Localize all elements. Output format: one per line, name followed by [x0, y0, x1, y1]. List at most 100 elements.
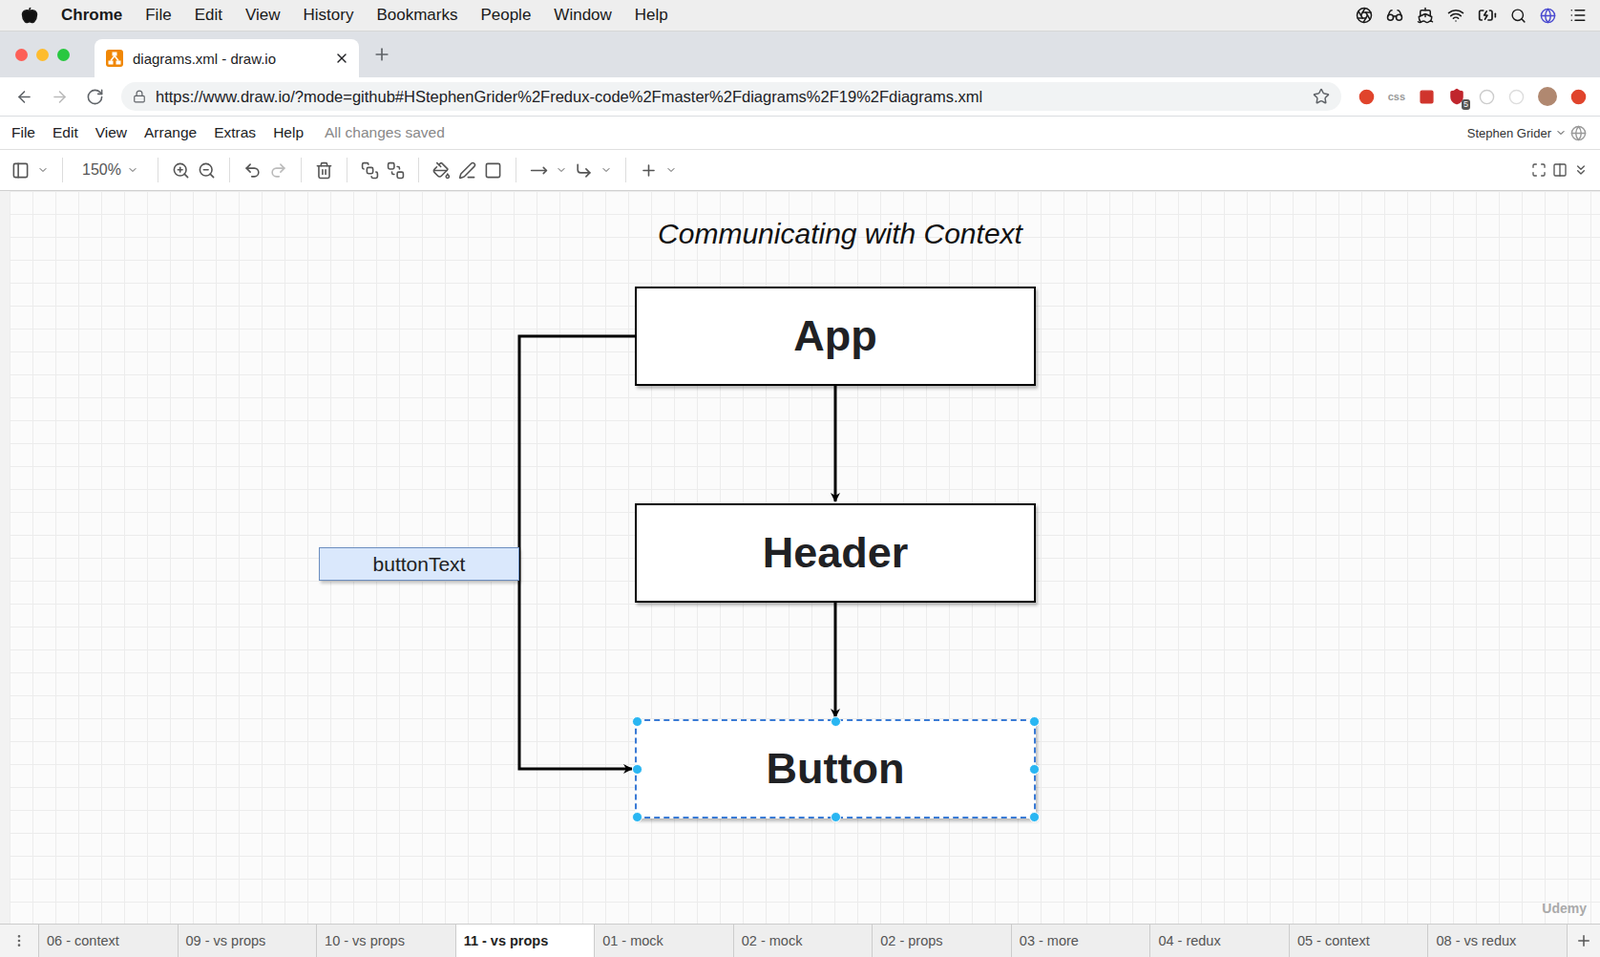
insert-group[interactable]: [639, 161, 677, 180]
window-controls: [15, 48, 70, 62]
screen-recorder-icon[interactable]: [1355, 6, 1373, 24]
app-menu-item[interactable]: Help: [273, 124, 304, 142]
minimize-button[interactable]: [36, 48, 49, 62]
spotlight-icon[interactable]: [1510, 7, 1527, 24]
lock-icon: [132, 89, 147, 104]
resize-handle[interactable]: [830, 715, 842, 727]
line-color-icon[interactable]: [458, 161, 477, 180]
page-tab[interactable]: 01 - mock: [593, 924, 734, 957]
mac-menu-item[interactable]: People: [480, 5, 531, 25]
extensions: css 5: [1358, 86, 1587, 106]
extension-orange-icon[interactable]: [1570, 88, 1587, 106]
fullscreen-icon[interactable]: [1531, 162, 1547, 178]
shadow-icon[interactable]: [484, 161, 503, 180]
chevron-down-icon: [600, 164, 612, 176]
forward-icon[interactable]: [50, 87, 69, 106]
connection-icon[interactable]: [529, 161, 548, 180]
app-menu-item[interactable]: Edit: [52, 124, 79, 142]
to-back-icon[interactable]: [386, 161, 405, 180]
redo-icon[interactable]: [269, 161, 288, 180]
fill-color-icon[interactable]: [432, 161, 451, 180]
page-tab[interactable]: 08 - vs redux: [1427, 924, 1567, 957]
extension-red-icon[interactable]: [1358, 88, 1375, 106]
page-tab[interactable]: 06 - context: [38, 924, 178, 957]
language-icon[interactable]: [1570, 125, 1587, 142]
waypoints-icon[interactable]: [574, 161, 593, 180]
panel-toggle[interactable]: [11, 161, 49, 180]
zoom-in-icon[interactable]: [171, 161, 190, 180]
user-menu[interactable]: Stephen Grider: [1467, 125, 1587, 142]
page-tab[interactable]: 10 - vs props: [315, 924, 456, 957]
extension-grey-icon[interactable]: [1478, 88, 1495, 106]
format-panel-icon[interactable]: [1552, 162, 1568, 178]
wifi-icon[interactable]: [1447, 6, 1465, 24]
page-tab[interactable]: 04 - redux: [1149, 924, 1289, 957]
back-icon[interactable]: [15, 87, 34, 106]
profile-avatar[interactable]: [1537, 86, 1558, 106]
delete-icon[interactable]: [315, 161, 334, 180]
app-menu-item[interactable]: Extras: [213, 124, 256, 142]
zoom-select[interactable]: 150%: [76, 161, 145, 179]
mac-menu-item[interactable]: Help: [634, 5, 669, 25]
collapse-icon[interactable]: [1573, 162, 1589, 178]
data-label[interactable]: buttonText: [318, 547, 520, 581]
resize-handle[interactable]: [1029, 763, 1040, 775]
resize-handle[interactable]: [631, 715, 643, 727]
zoom-button[interactable]: [57, 48, 70, 62]
diagram-node[interactable]: Button: [634, 718, 1036, 819]
plus-icon[interactable]: [372, 44, 392, 64]
chevron-down-icon: [126, 164, 139, 176]
resize-handle[interactable]: [1029, 715, 1040, 727]
mac-menu-item[interactable]: Edit: [194, 5, 223, 25]
docker-icon[interactable]: [1416, 6, 1434, 24]
notifications-icon[interactable]: [1569, 6, 1587, 24]
pages-menu[interactable]: [0, 924, 39, 957]
app-menu-item[interactable]: Arrange: [144, 124, 197, 142]
resize-handle[interactable]: [631, 763, 643, 775]
apple-icon[interactable]: [21, 6, 39, 24]
mac-menu-item[interactable]: History: [302, 5, 354, 25]
drawio-logo-icon: [105, 49, 124, 67]
app-menu-item[interactable]: File: [11, 124, 36, 142]
page-tab[interactable]: 11 - vs props: [455, 924, 595, 957]
add-page-button[interactable]: [1566, 924, 1600, 957]
url-field[interactable]: https://www.draw.io/?mode=github#HStephe…: [121, 82, 1342, 111]
extension-square-icon[interactable]: [1418, 88, 1435, 106]
extension-light-icon[interactable]: [1508, 88, 1525, 106]
css-extension[interactable]: css: [1388, 90, 1406, 103]
diagram-canvas[interactable]: Communicating with Context App Header Butto…: [0, 190, 1600, 924]
app-menu-item[interactable]: View: [95, 124, 127, 142]
page-tabs: 06 - context09 - vs props10 - vs props11…: [0, 923, 1600, 957]
page-tab[interactable]: 05 - context: [1288, 924, 1429, 957]
page-tab[interactable]: 02 - mock: [733, 924, 873, 957]
page-tab[interactable]: 09 - vs props: [177, 924, 317, 957]
diagram-title[interactable]: Communicating with Context: [634, 217, 1046, 251]
undo-icon[interactable]: [243, 161, 262, 180]
mac-menu-item[interactable]: File: [145, 5, 171, 25]
diagram-node[interactable]: App: [634, 286, 1036, 386]
new-tab-button[interactable]: [372, 44, 392, 64]
resize-handle[interactable]: [830, 811, 842, 822]
app-menu-name[interactable]: Chrome: [61, 5, 123, 25]
panel-left-icon[interactable]: [11, 161, 30, 180]
reader-icon[interactable]: [1386, 6, 1404, 24]
close-tab-icon[interactable]: [334, 50, 350, 66]
mac-menu-item[interactable]: View: [245, 5, 281, 25]
siri-icon[interactable]: [1539, 7, 1557, 24]
page-tab[interactable]: 02 - props: [871, 924, 1011, 957]
close-button[interactable]: [15, 48, 28, 62]
browser-tab[interactable]: diagrams.xml - draw.io: [94, 39, 359, 78]
to-front-icon[interactable]: [360, 161, 379, 180]
resize-handle[interactable]: [1029, 811, 1040, 822]
zoom-out-icon[interactable]: [197, 161, 216, 180]
battery-icon[interactable]: [1477, 5, 1497, 25]
page-tab[interactable]: 03 - more: [1010, 924, 1151, 957]
resize-handle[interactable]: [631, 811, 643, 822]
diagram-node[interactable]: Header: [634, 503, 1036, 603]
shield-extension[interactable]: 5: [1448, 87, 1466, 106]
reload-icon[interactable]: [85, 87, 105, 106]
mac-menu-item[interactable]: Window: [553, 5, 611, 25]
mac-menu-item[interactable]: Bookmarks: [376, 5, 458, 25]
insert-icon[interactable]: [639, 161, 658, 180]
bookmark-star-icon[interactable]: [1312, 87, 1330, 106]
